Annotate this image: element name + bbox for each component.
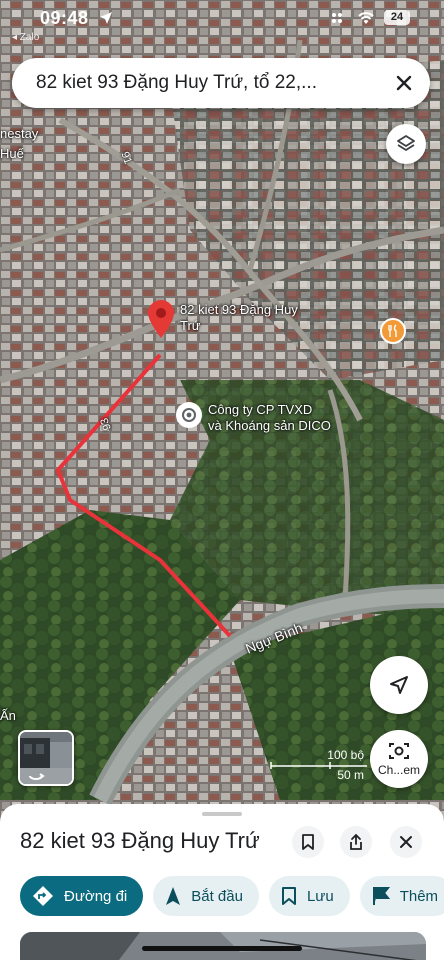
share-button[interactable]: [340, 826, 372, 858]
scale-meters: 50 m: [337, 768, 364, 782]
pin-label: 82 kiet 93 Đặng Huy Trứ: [180, 302, 298, 334]
grid-dots-icon: [332, 12, 342, 23]
more-label: Thêm: [399, 887, 439, 905]
location-arrow-icon: [100, 12, 112, 24]
map-label-hue: Huế: [0, 146, 24, 161]
lens-label: Ch...em: [377, 763, 420, 777]
start-button[interactable]: Bắt đầu: [153, 876, 259, 916]
map-label-an: Ấn: [0, 708, 16, 723]
action-chips: Đường đi Bắt đầu Lưu Thêm: [20, 876, 444, 916]
map-label-homestay: nestay: [0, 126, 39, 141]
street-view-image: [20, 732, 72, 784]
battery-indicator: 24: [384, 10, 410, 25]
close-icon: [400, 836, 412, 848]
status-bar: 09:48 ◂ Zalo 24: [0, 0, 444, 48]
poi-dico[interactable]: [176, 402, 202, 428]
search-query[interactable]: 82 kiet 93 Đặng Huy Trứ, tổ 22,...: [36, 72, 366, 94]
back-to-app-link[interactable]: ◂ Zalo: [12, 32, 39, 43]
bookmark-button[interactable]: [292, 826, 324, 858]
save-label: Lưu: [306, 887, 334, 905]
bookmark-icon: [302, 834, 314, 850]
poi-label: Công ty CP TVXD và Khoáng sản DICO: [208, 402, 331, 434]
camera-search-icon: [389, 743, 409, 759]
poi-label-line1: Công ty CP TVXD: [208, 402, 313, 417]
directions-label: Đường đi: [64, 887, 128, 905]
more-button[interactable]: Thêm: [359, 876, 444, 916]
sheet-drag-handle[interactable]: [202, 812, 242, 816]
status-icons: 24: [330, 10, 410, 25]
place-sheet[interactable]: 82 kiet 93 Đặng Huy Trứ Đường đi Bắt đầu…: [0, 804, 444, 960]
place-title: 82 kiet 93 Đặng Huy Trứ: [20, 828, 260, 853]
layers-icon: [397, 135, 415, 151]
my-location-button[interactable]: [370, 656, 428, 714]
scale-feet: 100 bộ: [327, 748, 364, 762]
location-pin[interactable]: [148, 300, 174, 338]
navigation-arrow-icon: [390, 676, 408, 694]
poi-marker-icon: [182, 408, 196, 422]
flag-icon: [372, 887, 390, 905]
street-view-thumbnail[interactable]: [18, 730, 74, 786]
wifi-icon: [358, 12, 374, 24]
fork-knife-icon: [388, 324, 397, 337]
close-icon[interactable]: [390, 69, 418, 97]
directions-button[interactable]: Đường đi: [20, 876, 144, 916]
lens-button[interactable]: Ch...em: [370, 730, 428, 788]
layers-button[interactable]: [386, 124, 426, 164]
bookmark-icon: [281, 887, 296, 905]
share-icon: [350, 833, 362, 850]
poi-label-line2: và Khoáng sản DICO: [208, 418, 331, 433]
pin-label-line1: 82 kiet 93 Đặng Huy: [180, 302, 298, 317]
save-button[interactable]: Lưu: [268, 876, 350, 916]
start-label: Bắt đầu: [191, 887, 243, 905]
sheet-close-button[interactable]: [390, 826, 422, 858]
search-bar[interactable]: 82 kiet 93 Đặng Huy Trứ, tổ 22,...: [12, 58, 430, 108]
restaurant-pin[interactable]: [380, 318, 406, 344]
navigation-icon: [166, 887, 181, 905]
pin-label-line2: Trứ: [180, 318, 201, 333]
map-pin-icon: [148, 300, 174, 338]
map-scale: 100 bộ 50 m: [270, 748, 368, 782]
home-indicator[interactable]: [142, 946, 302, 951]
directions-icon: [33, 886, 53, 906]
status-time: 09:48: [40, 8, 89, 28]
